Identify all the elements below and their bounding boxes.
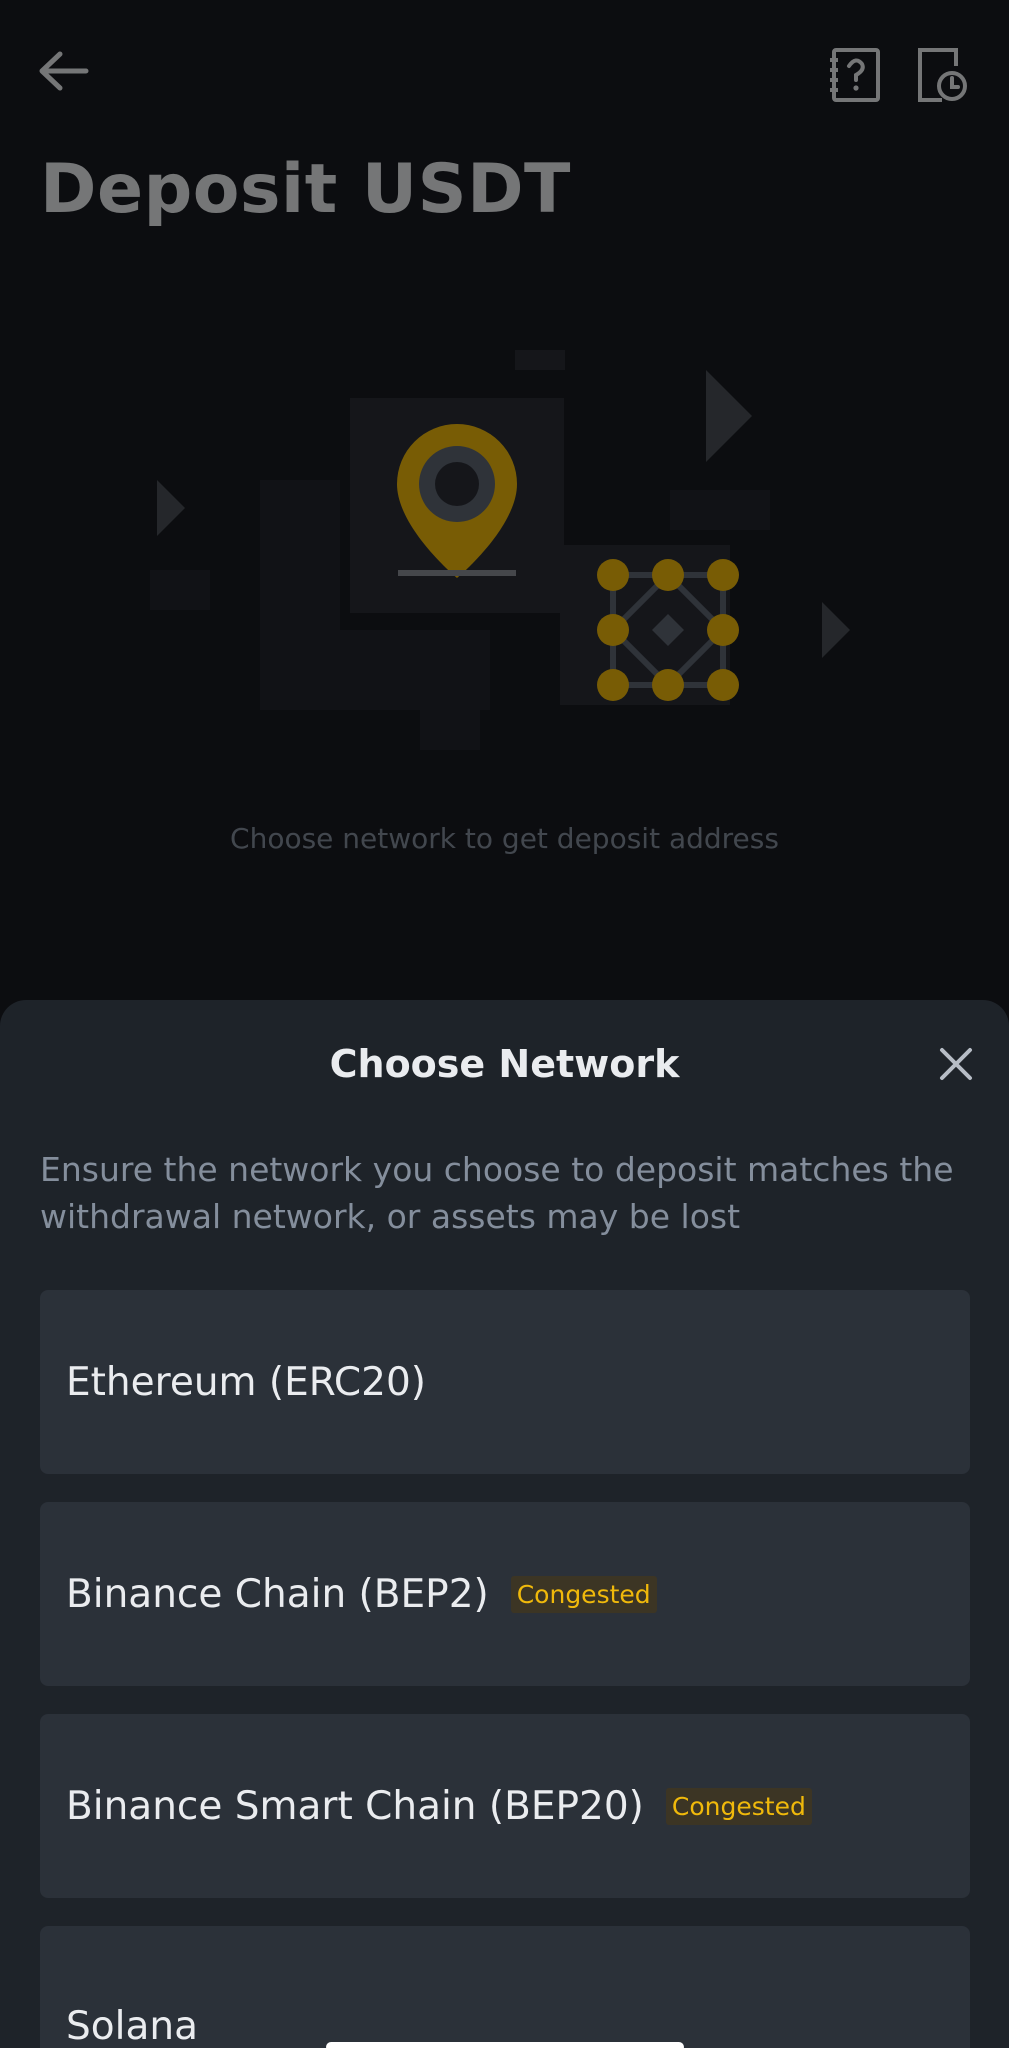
close-icon bbox=[940, 1048, 972, 1080]
network-option-solana[interactable]: Solana bbox=[40, 1926, 970, 2048]
sheet-title: Choose Network bbox=[329, 1042, 680, 1086]
close-button[interactable] bbox=[934, 1042, 978, 1086]
network-name: Ethereum (ERC20) bbox=[66, 1359, 427, 1405]
network-option-bep20[interactable]: Binance Smart Chain (BEP20) Congested bbox=[40, 1714, 970, 1898]
network-list: Ethereum (ERC20) Binance Chain (BEP2) Co… bbox=[40, 1290, 970, 2048]
network-warning-text: Ensure the network you choose to deposit… bbox=[40, 1150, 954, 1236]
home-indicator bbox=[326, 2042, 684, 2048]
network-name: Solana bbox=[66, 2004, 198, 2048]
congested-badge: Congested bbox=[510, 1575, 657, 1613]
congested-badge: Congested bbox=[665, 1787, 812, 1825]
network-option-erc20[interactable]: Ethereum (ERC20) bbox=[40, 1290, 970, 1474]
network-name: Binance Chain (BEP2) bbox=[66, 1571, 489, 1617]
network-option-bep2[interactable]: Binance Chain (BEP2) Congested bbox=[40, 1502, 970, 1686]
choose-network-sheet: Choose Network Ensure the network you ch… bbox=[0, 1000, 1009, 2048]
network-name: Binance Smart Chain (BEP20) bbox=[66, 1783, 644, 1829]
